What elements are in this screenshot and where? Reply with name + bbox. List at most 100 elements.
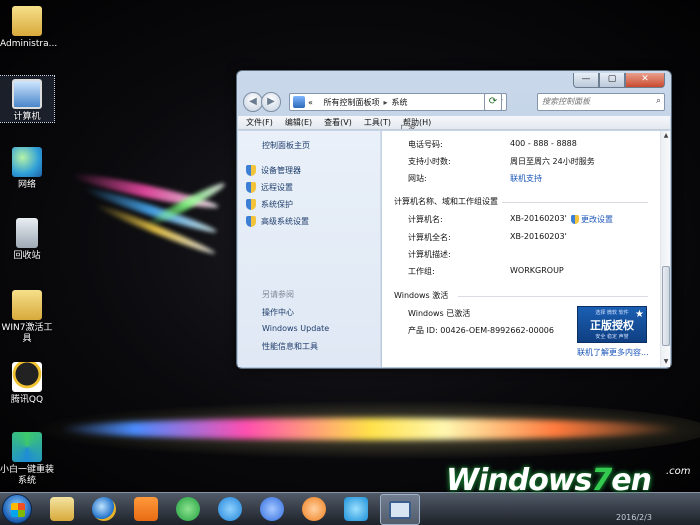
search-input[interactable] <box>542 97 652 106</box>
product-id: 产品 ID: 00426-OEM-8992662-00006 <box>408 326 554 335</box>
breadcrumb-separator <box>317 98 320 107</box>
scrollbar-thumb[interactable] <box>662 266 670 346</box>
vertical-scrollbar[interactable]: ▲ ▼ <box>660 131 670 367</box>
desktop-icon-label: 计算机 <box>13 112 41 122</box>
task-system-protection[interactable]: 系统保护 <box>246 199 293 210</box>
star-icon: ★ <box>635 309 644 320</box>
hours-label: 支持小时数: <box>408 157 451 166</box>
breadcrumb-system[interactable]: 系统 <box>391 97 407 108</box>
link-performance-info[interactable]: 性能信息和工具 <box>262 341 318 352</box>
desktop-icon-label: 小白一键重装系统 <box>0 465 55 486</box>
uac-shield-icon <box>246 199 256 210</box>
internet-explorer-icon[interactable] <box>92 497 116 521</box>
desktop-icon-network[interactable]: 网络 <box>0 147 54 191</box>
menu-edit[interactable]: 编辑(E) <box>285 116 312 129</box>
desktop-icon-label: 网络 <box>17 180 36 190</box>
control-panel-icon <box>293 96 305 108</box>
link-windows-update[interactable]: Windows Update <box>262 324 329 333</box>
start-button[interactable] <box>2 494 32 524</box>
change-settings-link[interactable]: 更改设置 <box>571 214 613 225</box>
section-divider <box>502 202 648 203</box>
explorer-folder-icon[interactable] <box>50 497 74 521</box>
task-label: 系统保护 <box>261 200 293 209</box>
close-button[interactable]: ✕ <box>625 73 665 88</box>
task-label: 远程设置 <box>261 183 293 192</box>
computer-name-heading: 计算机名称、域和工作组设置 <box>394 197 498 206</box>
desktop-icon-label: WIN7激活工具 <box>1 323 53 344</box>
support-heading-cut: 厂家… <box>400 124 424 129</box>
desktop-icon-recycle-bin[interactable]: 回收站 <box>0 218 54 262</box>
orange-app-icon[interactable] <box>134 497 158 521</box>
refresh-icon[interactable]: ⟳ <box>484 93 502 111</box>
search-icon[interactable]: ⌕ <box>656 96 661 106</box>
address-bar[interactable]: « 所有控制面板项 ▸ 系统 ▼ <box>289 93 507 111</box>
navigation-bar: ◀ ▶ « 所有控制面板项 ▸ 系统 ▼ ⟳ ⌕ <box>243 91 667 115</box>
task-label: 高级系统设置 <box>261 217 309 226</box>
menu-file[interactable]: 文件(F) <box>246 116 273 129</box>
back-arrow-icon[interactable]: ◀ <box>243 92 263 112</box>
caption-buttons: — ▢ ✕ <box>573 73 665 88</box>
scroll-down-icon[interactable]: ▼ <box>661 357 671 367</box>
menu-view[interactable]: 查看(V) <box>324 116 352 129</box>
full-name-value: XB-20160203' <box>510 232 567 241</box>
workgroup-value: WORKGROUP <box>510 266 564 275</box>
genuine-microsoft-badge: ★ 选择 微软 软件 正版授权 安全 稳定 声誉 <box>577 306 647 343</box>
task-advanced-system-settings[interactable]: 高级系统设置 <box>246 216 309 227</box>
desktop-icon-computer[interactable]: 计算机 <box>0 75 55 123</box>
badge-bottom-text: 安全 稳定 声誉 <box>595 334 629 340</box>
globe-browser-icon[interactable] <box>260 497 284 521</box>
app-icon[interactable] <box>344 497 368 521</box>
watermark-domain: .com <box>666 466 691 477</box>
watermark-suffix: en <box>611 463 652 498</box>
activation-heading: Windows 激活 <box>394 291 449 300</box>
desktop-icon-win7-activator[interactable]: WIN7激活工具 <box>0 290 54 345</box>
network-globe-icon <box>12 147 42 177</box>
activation-status: Windows 已激活 <box>408 309 471 318</box>
scroll-up-icon[interactable]: ▲ <box>661 131 671 141</box>
uc-browser-icon[interactable] <box>302 497 326 521</box>
menu-tools[interactable]: 工具(T) <box>364 116 391 129</box>
user-folder-icon <box>12 6 42 36</box>
desktop-icon-label: 回收站 <box>13 251 41 261</box>
system-window-taskbar-button[interactable] <box>380 494 420 525</box>
reinstall-arrows-icon <box>12 432 42 462</box>
desktop-icon-label: 腾讯QQ <box>10 395 44 405</box>
blue-browser-icon[interactable] <box>218 497 242 521</box>
maximize-button[interactable]: ▢ <box>599 73 625 88</box>
link-action-center[interactable]: 操作中心 <box>262 307 294 318</box>
chevron-right-icon[interactable]: ▸ <box>383 98 387 107</box>
change-settings-label: 更改设置 <box>581 215 613 224</box>
computer-name-label: 计算机名: <box>408 215 443 224</box>
minimize-button[interactable]: — <box>573 73 599 88</box>
online-support-link[interactable]: 联机支持 <box>510 173 542 184</box>
task-label: 设备管理器 <box>261 166 301 175</box>
uac-shield-icon <box>571 215 579 224</box>
forward-arrow-icon[interactable]: ▶ <box>261 92 281 112</box>
computer-icon <box>389 501 411 519</box>
see-also-heading: 另请参阅 <box>262 290 294 299</box>
website-label: 网站: <box>408 174 427 183</box>
windows7en-watermark: Windows7en <box>446 463 652 498</box>
hours-value: 周日至周六 24小时服务 <box>510 157 595 166</box>
desktop-icon-qq[interactable]: 腾讯QQ <box>0 362 54 406</box>
search-box[interactable]: ⌕ <box>537 93 665 111</box>
computer-icon <box>12 79 42 109</box>
control-panel-home-link[interactable]: 控制面板主页 <box>262 140 310 151</box>
uac-shield-icon <box>246 216 256 227</box>
desktop-icon-user-folder[interactable]: Administra... <box>0 6 57 50</box>
breadcrumb-all-items[interactable]: 所有控制面板项 <box>323 97 379 108</box>
task-remote-settings[interactable]: 远程设置 <box>246 182 293 193</box>
clock-date[interactable]: 2016/2/3 <box>616 513 652 522</box>
description-label: 计算机描述: <box>408 250 451 259</box>
learn-more-online-link[interactable]: 联机了解更多内容... <box>577 347 649 358</box>
watermark-seven: 7 <box>591 463 612 498</box>
address-overflow[interactable]: « <box>308 98 313 107</box>
light-bar <box>60 418 680 440</box>
desktop-icon-reinstall[interactable]: 小白一键重装系统 <box>0 432 54 487</box>
uac-shield-icon <box>246 165 256 176</box>
phone-label: 电话号码: <box>408 140 443 149</box>
workgroup-label: 工作组: <box>408 267 435 276</box>
green-browser-icon[interactable] <box>176 497 200 521</box>
task-device-manager[interactable]: 设备管理器 <box>246 165 301 176</box>
folder-icon <box>12 290 42 320</box>
